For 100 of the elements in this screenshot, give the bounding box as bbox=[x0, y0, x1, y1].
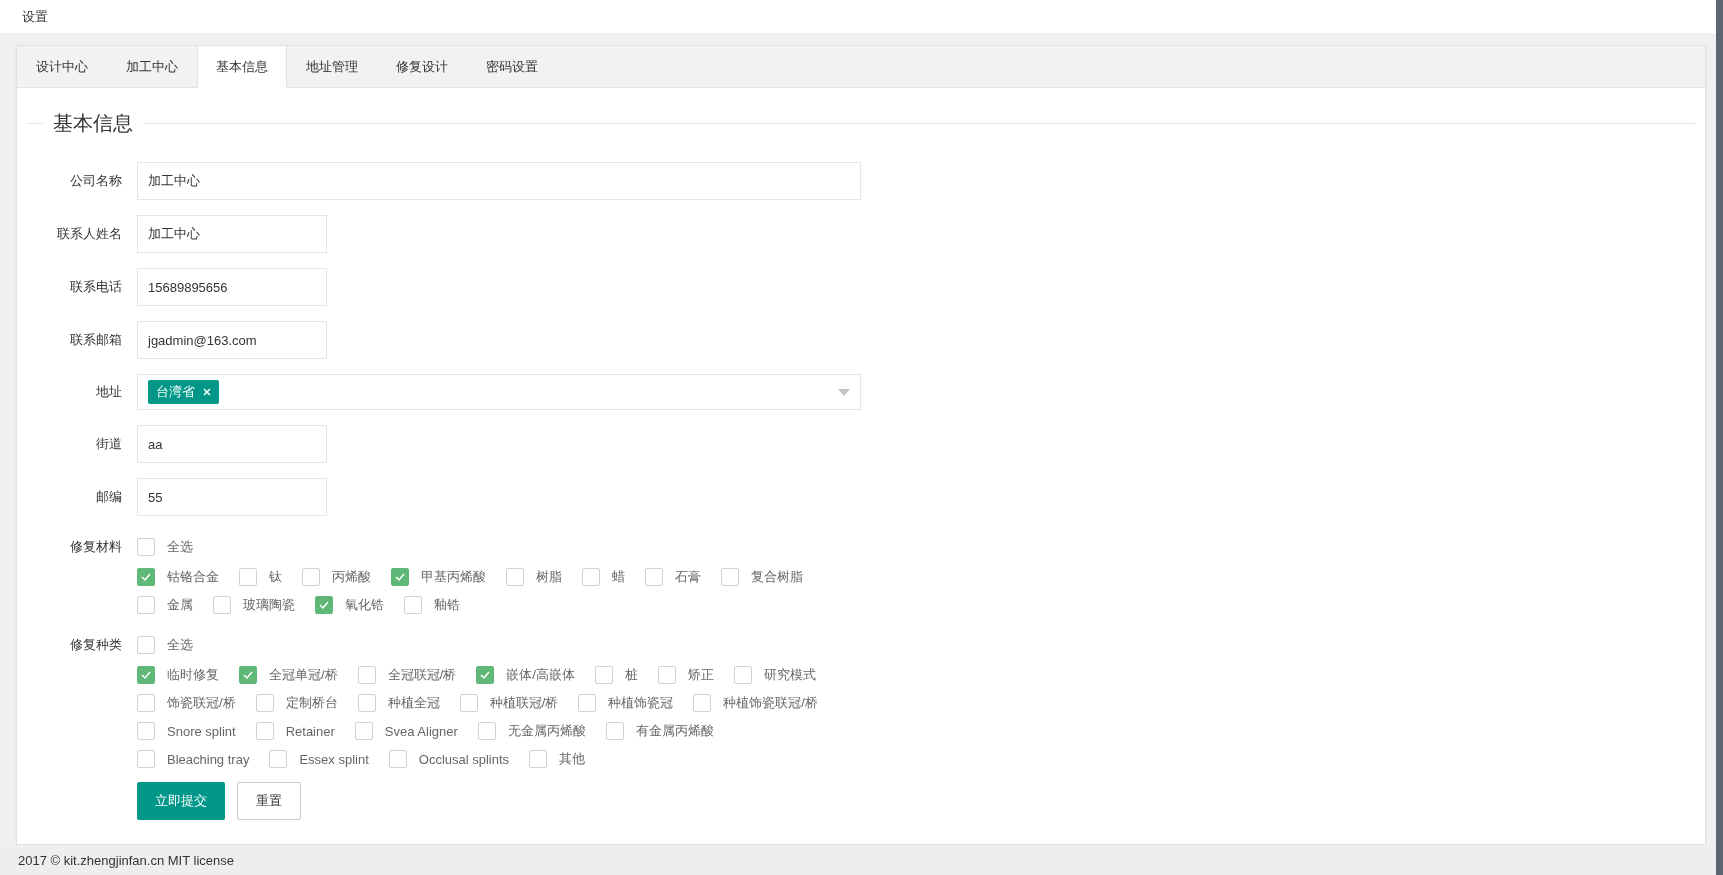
checkbox[interactable] bbox=[255, 694, 274, 712]
checkbox[interactable] bbox=[255, 722, 274, 740]
checkbox[interactable] bbox=[476, 666, 495, 684]
checkbox-option[interactable]: 种植饰瓷联冠/桥 bbox=[693, 694, 818, 712]
checkbox-option[interactable]: 金属 bbox=[137, 596, 193, 614]
checkbox-option[interactable]: 玻璃陶瓷 bbox=[213, 596, 295, 614]
checkbox[interactable] bbox=[137, 666, 155, 684]
checkbox[interactable] bbox=[137, 636, 155, 654]
checkbox[interactable] bbox=[213, 596, 231, 614]
checkbox-option[interactable]: 嵌体/高嵌体 bbox=[476, 666, 575, 684]
checkbox[interactable] bbox=[302, 568, 320, 586]
checkbox-option[interactable]: 全冠联冠/桥 bbox=[357, 666, 457, 684]
checkbox[interactable] bbox=[477, 722, 496, 740]
checkbox-option[interactable]: 石膏 bbox=[645, 568, 701, 586]
checkbox[interactable] bbox=[578, 694, 597, 712]
tab[interactable]: 基本信息 bbox=[197, 46, 287, 88]
checkbox[interactable] bbox=[357, 666, 376, 684]
checkbox-option[interactable]: 桩 bbox=[594, 666, 638, 684]
page-title: 设置 bbox=[22, 7, 48, 26]
checkbox-label: 种植饰瓷联冠/桥 bbox=[723, 694, 818, 712]
checkbox-option[interactable]: 丙烯酸 bbox=[302, 568, 371, 586]
checkbox-option[interactable]: 复合树脂 bbox=[721, 568, 803, 586]
checkbox-option[interactable]: 种植全冠 bbox=[357, 694, 440, 712]
checkbox-option[interactable]: 饰瓷联冠/桥 bbox=[137, 694, 236, 712]
checkbox-option[interactable]: Essex splint bbox=[269, 750, 369, 768]
scrollbar[interactable] bbox=[1716, 0, 1723, 875]
checkbox-option[interactable]: Retainer bbox=[255, 722, 335, 740]
reset-button[interactable]: 重置 bbox=[237, 782, 301, 820]
checkbox-label: 金属 bbox=[167, 596, 193, 614]
checkbox[interactable] bbox=[239, 666, 257, 684]
field-label: 修复材料 bbox=[69, 538, 123, 556]
checkbox[interactable] bbox=[315, 596, 333, 614]
checkbox[interactable] bbox=[137, 722, 155, 740]
checkbox-option[interactable]: 定制桥台 bbox=[255, 694, 338, 712]
tab[interactable]: 加工中心 bbox=[107, 46, 197, 87]
field-label: 联系邮箱 bbox=[69, 331, 123, 349]
tab[interactable]: 修复设计 bbox=[377, 46, 467, 87]
checkbox-option[interactable]: 钴铬合金 bbox=[137, 568, 219, 586]
checkbox-label: 蜡 bbox=[612, 568, 625, 586]
checkbox[interactable] bbox=[582, 568, 600, 586]
checkbox[interactable] bbox=[239, 568, 257, 586]
checkbox[interactable] bbox=[657, 666, 676, 684]
tab[interactable]: 设计中心 bbox=[17, 46, 107, 87]
checkbox-label: Essex splint bbox=[299, 751, 369, 767]
checkbox[interactable] bbox=[137, 538, 155, 556]
checkbox-option[interactable]: 甲基丙烯酸 bbox=[391, 568, 486, 586]
tab[interactable]: 密码设置 bbox=[467, 46, 557, 87]
checkbox-option[interactable]: Bleaching tray bbox=[137, 750, 250, 768]
input-field[interactable]: 15689895656 bbox=[137, 268, 327, 306]
checkbox[interactable] bbox=[529, 750, 548, 768]
input-field[interactable]: jgadmin@163.com bbox=[137, 321, 327, 359]
selected-tag[interactable]: 台湾省 bbox=[148, 380, 219, 404]
checkbox-label: 饰瓷联冠/桥 bbox=[167, 694, 236, 712]
input-field[interactable]: 加工中心 bbox=[137, 215, 327, 253]
checkbox[interactable] bbox=[721, 568, 739, 586]
checkbox[interactable] bbox=[391, 568, 409, 586]
caret-icon bbox=[838, 389, 850, 396]
checkbox-option[interactable]: Svea Aligner bbox=[354, 722, 458, 740]
checkbox[interactable] bbox=[594, 666, 613, 684]
field-label: 修复种类 bbox=[69, 636, 123, 654]
checkbox-option[interactable]: 树脂 bbox=[506, 568, 562, 586]
checkbox-option[interactable]: 全冠单冠/桥 bbox=[239, 666, 338, 684]
checkbox-option[interactable]: 全选 bbox=[137, 636, 193, 654]
checkbox[interactable] bbox=[137, 694, 155, 712]
checkbox-option[interactable]: 研究模式 bbox=[733, 666, 816, 684]
checkbox-option[interactable]: 有金属丙烯酸 bbox=[605, 722, 714, 740]
checkbox[interactable] bbox=[645, 568, 663, 586]
select-field[interactable]: 台湾省 bbox=[137, 374, 861, 410]
checkbox[interactable] bbox=[733, 666, 752, 684]
checkbox[interactable] bbox=[137, 568, 155, 586]
checkbox-option[interactable]: 种植联冠/桥 bbox=[459, 694, 559, 712]
checkbox[interactable] bbox=[506, 568, 524, 586]
checkbox-option[interactable]: 临时修复 bbox=[137, 666, 219, 684]
checkbox-option[interactable]: 全选 bbox=[137, 538, 193, 556]
checkbox-option[interactable]: 釉锆 bbox=[404, 596, 460, 614]
checkbox-option[interactable]: 无金属丙烯酸 bbox=[477, 722, 586, 740]
checkbox[interactable] bbox=[357, 694, 376, 712]
checkbox-option[interactable]: 其他 bbox=[529, 750, 586, 768]
checkbox[interactable] bbox=[269, 750, 288, 768]
checkbox-option[interactable]: 氧化锆 bbox=[315, 596, 384, 614]
tab[interactable]: 地址管理 bbox=[287, 46, 377, 87]
checkbox-option[interactable]: Snore splint bbox=[137, 722, 236, 740]
checkbox-option[interactable]: Occlusal splints bbox=[388, 750, 510, 768]
input-field[interactable]: 加工中心 bbox=[137, 162, 861, 200]
checkbox-option[interactable]: 种植饰瓷冠 bbox=[578, 694, 674, 712]
input-field[interactable]: 55 bbox=[137, 478, 327, 516]
checkbox[interactable] bbox=[605, 722, 624, 740]
close-icon[interactable] bbox=[203, 388, 211, 396]
checkbox-option[interactable]: 钛 bbox=[239, 568, 282, 586]
checkbox[interactable] bbox=[459, 694, 478, 712]
input-field[interactable]: aa bbox=[137, 425, 327, 463]
checkbox[interactable] bbox=[137, 596, 155, 614]
checkbox-option[interactable]: 蜡 bbox=[582, 568, 625, 586]
checkbox[interactable] bbox=[693, 694, 712, 712]
checkbox[interactable] bbox=[404, 596, 422, 614]
submit-button[interactable]: 立即提交 bbox=[137, 782, 225, 820]
checkbox[interactable] bbox=[388, 750, 407, 768]
checkbox-option[interactable]: 矫正 bbox=[657, 666, 714, 684]
checkbox[interactable] bbox=[354, 722, 373, 740]
checkbox[interactable] bbox=[137, 750, 155, 768]
